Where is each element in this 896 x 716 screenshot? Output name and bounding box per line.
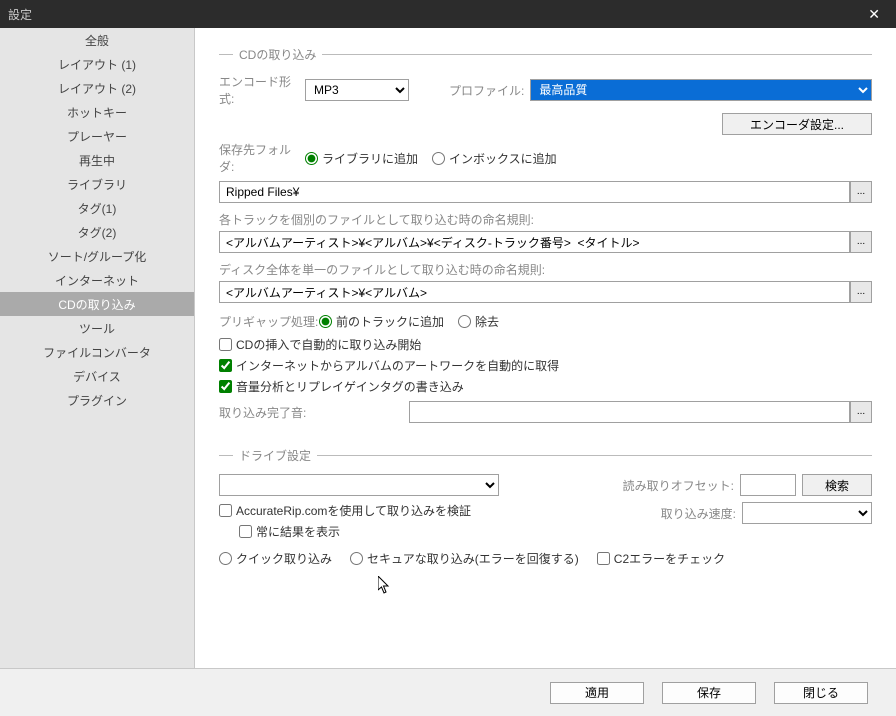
sidebar-item-layout2[interactable]: レイアウト (2) (0, 76, 194, 100)
section-header-cd-ripping: CDの取り込み (219, 46, 872, 63)
complete-sound-label: 取り込み完了音: (219, 404, 329, 421)
save-folder-label: 保存先フォルダ: (219, 141, 305, 175)
encode-format-label: エンコード形式: (219, 73, 305, 107)
section-title-drive: ドライブ設定 (239, 447, 311, 464)
window-title: 設定 (8, 6, 32, 23)
section-title-cd-ripping: CDの取り込み (239, 46, 316, 63)
per-track-pattern-input[interactable] (219, 231, 850, 253)
pregap-radio-remove[interactable]: 除去 (458, 313, 499, 330)
encoder-settings-button[interactable]: エンコーダ設定... (722, 113, 872, 135)
pregap-append-label: 前のトラックに追加 (336, 313, 444, 330)
checkbox-c2-label: C2エラーをチェック (614, 550, 725, 567)
close-icon[interactable]: ✕ (860, 6, 888, 23)
sidebar-item-devices[interactable]: デバイス (0, 364, 194, 388)
sidebar-item-tags2[interactable]: タグ(2) (0, 220, 194, 244)
sidebar-item-tags1[interactable]: タグ(1) (0, 196, 194, 220)
checkbox-replaygain-label: 音量分析とリプレイゲインタグの書き込み (236, 378, 464, 395)
encode-format-select[interactable]: MP3 (305, 79, 409, 101)
per-track-caption: 各トラックを個別のファイルとして取り込む時の命名規則: (219, 211, 872, 228)
read-offset-label: 読み取りオフセット: (623, 477, 734, 494)
titlebar: 設定 ✕ (0, 0, 896, 28)
radio-secure-rip-label: セキュアな取り込み(エラーを回復する) (367, 550, 579, 567)
checkbox-accuraterip-label: AccurateRip.comを使用して取り込みを検証 (236, 502, 471, 519)
radio-quick-rip-label: クイック取り込み (236, 550, 332, 567)
sidebar-item-file-converter[interactable]: ファイルコンバータ (0, 340, 194, 364)
whole-disc-pattern-input[interactable] (219, 281, 850, 303)
sidebar-item-layout1[interactable]: レイアウト (1) (0, 52, 194, 76)
checkbox-always-show-label: 常に結果を表示 (256, 523, 340, 540)
checkbox-artwork-label: インターネットからアルバムのアートワークを自動的に取得 (236, 357, 559, 374)
whole-disc-caption: ディスク全体を単一のファイルとして取り込む時の命名規則: (219, 261, 872, 278)
checkbox-always-show[interactable]: 常に結果を表示 (239, 523, 661, 540)
read-offset-input[interactable] (740, 474, 796, 496)
browse-save-path-button[interactable]: ... (850, 181, 872, 203)
sidebar-item-sorting[interactable]: ソート/グループ化 (0, 244, 194, 268)
close-button[interactable]: 閉じる (774, 682, 868, 704)
search-button[interactable]: 検索 (802, 474, 872, 496)
sidebar-item-player[interactable]: プレーヤー (0, 124, 194, 148)
browse-complete-sound-button[interactable]: ... (850, 401, 872, 423)
rip-speed-select[interactable] (742, 502, 872, 524)
sidebar: 全般 レイアウト (1) レイアウト (2) ホットキー プレーヤー 再生中 ラ… (0, 28, 195, 668)
sidebar-item-internet[interactable]: インターネット (0, 268, 194, 292)
pregap-remove-label: 除去 (475, 313, 499, 330)
footer: 適用 保存 閉じる (0, 668, 896, 716)
pregap-label: プリギャップ処理: (219, 313, 319, 330)
rip-speed-label: 取り込み速度: (661, 505, 736, 522)
apply-button[interactable]: 適用 (550, 682, 644, 704)
browse-per-track-button[interactable]: ... (850, 231, 872, 253)
checkbox-replaygain[interactable]: 音量分析とリプレイゲインタグの書き込み (219, 378, 872, 395)
checkbox-auto-rip[interactable]: CDの挿入で自動的に取り込み開始 (219, 336, 872, 353)
sidebar-item-cd-ripping[interactable]: CDの取り込み (0, 292, 194, 316)
checkbox-c2-errors[interactable]: C2エラーをチェック (597, 550, 725, 567)
content-panel: CDの取り込み エンコード形式: MP3 プロファイル: 最高品質 エンコーダ設… (195, 28, 896, 668)
save-path-input[interactable] (219, 181, 850, 203)
checkbox-artwork[interactable]: インターネットからアルバムのアートワークを自動的に取得 (219, 357, 872, 374)
checkbox-auto-rip-label: CDの挿入で自動的に取り込み開始 (236, 336, 421, 353)
save-radio-inbox-label: インボックスに追加 (449, 150, 557, 167)
save-radio-library[interactable]: ライブラリに追加 (305, 150, 418, 167)
save-radio-inbox[interactable]: インボックスに追加 (432, 150, 557, 167)
radio-secure-rip[interactable]: セキュアな取り込み(エラーを回復する) (350, 550, 579, 567)
sidebar-item-plugins[interactable]: プラグイン (0, 388, 194, 412)
pregap-radio-append[interactable]: 前のトラックに追加 (319, 313, 444, 330)
radio-quick-rip[interactable]: クイック取り込み (219, 550, 332, 567)
sidebar-item-nowplaying[interactable]: 再生中 (0, 148, 194, 172)
sidebar-item-hotkeys[interactable]: ホットキー (0, 100, 194, 124)
browse-whole-disc-button[interactable]: ... (850, 281, 872, 303)
complete-sound-input[interactable] (409, 401, 850, 423)
section-header-drive: ドライブ設定 (219, 447, 872, 464)
sidebar-item-general[interactable]: 全般 (0, 28, 194, 52)
profile-label: プロファイル: (449, 82, 524, 99)
sidebar-item-tools[interactable]: ツール (0, 316, 194, 340)
profile-select[interactable]: 最高品質 (530, 79, 872, 101)
sidebar-item-library[interactable]: ライブラリ (0, 172, 194, 196)
save-radio-library-label: ライブラリに追加 (322, 150, 418, 167)
checkbox-accuraterip[interactable]: AccurateRip.comを使用して取り込みを検証 (219, 502, 661, 519)
save-button[interactable]: 保存 (662, 682, 756, 704)
drive-select[interactable] (219, 474, 499, 496)
